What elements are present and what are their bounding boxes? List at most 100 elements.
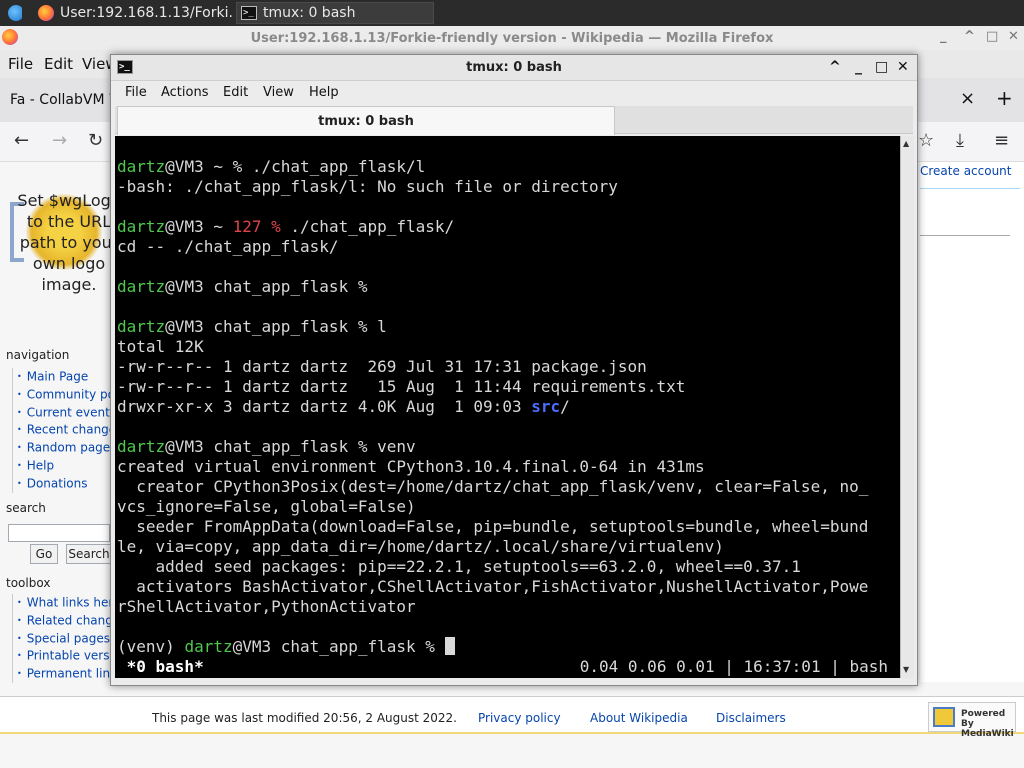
- terminal-line: dartz@VM3 chat_app_flask % venv: [117, 437, 416, 457]
- term-menu-actions[interactable]: Actions: [161, 85, 209, 100]
- terminal-window-title: tmux: 0 bash: [466, 60, 562, 75]
- create-account-link[interactable]: Create account: [920, 164, 1012, 178]
- term-menu-help[interactable]: Help: [309, 85, 339, 100]
- nav-link[interactable]: Main Page: [17, 368, 112, 386]
- exit-code: 127 %: [232, 217, 291, 236]
- prompt-host: @VM3 ~: [165, 157, 233, 176]
- firefox-icon: [38, 5, 54, 21]
- toolbox-link[interactable]: What links here: [17, 594, 112, 612]
- prompt-user: dartz: [117, 437, 166, 456]
- term-menu-file[interactable]: File: [125, 85, 147, 100]
- output-text: added seed packages: pip==22.2.1, setupt…: [117, 557, 801, 576]
- search-button[interactable]: Search: [66, 544, 112, 564]
- terminal-window-icon: >_: [117, 60, 133, 74]
- terminal-line: creator CPython3Posix(dest=/home/dartz/c…: [117, 477, 868, 497]
- system-menu-icon[interactable]: [4, 2, 22, 24]
- terminal-line: dartz@VM3 ~ 127 % ./chat_app_flask/: [117, 217, 454, 237]
- output-text: -bash: ./chat_app_flask/l: No such file …: [117, 177, 618, 196]
- output-text: le, via=copy, app_data_dir=/home/dartz/.…: [117, 537, 724, 556]
- output-text: created virtual environment CPython3.10.…: [117, 457, 705, 476]
- reload-icon[interactable]: ↻: [88, 130, 103, 151]
- output-text: activators BashActivator,CShellActivator…: [117, 577, 869, 596]
- back-icon[interactable]: ←: [14, 130, 29, 151]
- minimize-icon[interactable]: _: [855, 59, 862, 75]
- navigation-portlet: Main Page Community portal Current event…: [12, 368, 112, 493]
- nav-link[interactable]: Donations: [17, 475, 112, 493]
- toolbox-title: toolbox: [6, 576, 51, 590]
- prompt-host: @VM3 chat_app_flask: [165, 437, 358, 456]
- terminal-line: dartz@VM3 ~ % ./chat_app_flask/l: [117, 157, 425, 177]
- navigation-title: navigation: [6, 348, 70, 362]
- terminal-line: activators BashActivator,CShellActivator…: [117, 577, 868, 597]
- restore-icon[interactable]: ^: [964, 29, 975, 44]
- nav-link[interactable]: Recent changes: [17, 421, 112, 439]
- output-text: cd -- ./chat_app_flask/: [117, 237, 339, 256]
- tmux-status-right: 0.04 0.06 0.01 | 16:37:01 | bash: [579, 657, 888, 676]
- toolbox-link[interactable]: Special pages: [17, 630, 112, 648]
- terminal-icon: >_: [241, 6, 257, 20]
- tmux-window-label[interactable]: *0 bash*: [117, 657, 204, 676]
- menu-edit[interactable]: Edit: [44, 55, 73, 73]
- nav-link[interactable]: Current events: [17, 404, 112, 422]
- terminal-line: -bash: ./chat_app_flask/l: No such file …: [117, 177, 618, 197]
- firefox-titlebar: User:192.168.1.13/Forkie-friendly versio…: [0, 26, 1024, 50]
- app-menu-icon[interactable]: ≡: [994, 130, 1009, 151]
- nav-link[interactable]: Random page: [17, 439, 112, 457]
- scroll-down-icon[interactable]: ▼: [903, 665, 909, 674]
- footer-about-link[interactable]: About Wikipedia: [590, 711, 688, 725]
- maximize-icon[interactable]: □: [986, 29, 998, 44]
- terminal-line: total 12K: [117, 337, 204, 357]
- term-menu-edit[interactable]: Edit: [223, 85, 248, 100]
- terminal-line: dartz@VM3 chat_app_flask % l: [117, 317, 387, 337]
- toolbox-link[interactable]: Printable version: [17, 647, 112, 665]
- new-tab-icon[interactable]: +: [996, 86, 1013, 110]
- terminal-line: le, via=copy, app_data_dir=/home/dartz/.…: [117, 537, 724, 557]
- terminal-scrollbar[interactable]: ▲ ▼: [900, 136, 914, 678]
- prompt-host: @VM3 ~: [165, 217, 233, 236]
- terminal-tab[interactable]: tmux: 0 bash: [117, 106, 615, 135]
- search-input[interactable]: [8, 524, 110, 542]
- minimize-icon[interactable]: _: [940, 29, 947, 44]
- menu-file[interactable]: File: [8, 55, 33, 73]
- mediawiki-badge[interactable]: Powered By MediaWiki: [928, 702, 1016, 739]
- footer-privacy-link[interactable]: Privacy policy: [478, 711, 561, 725]
- output-text: seeder FromAppData(download=False, pip=b…: [117, 517, 869, 536]
- wiki-footer: This page was last modified 20:56, 2 Aug…: [0, 696, 1024, 734]
- toolbox-link[interactable]: Related changes: [17, 612, 112, 630]
- shade-icon[interactable]: ^: [829, 59, 841, 75]
- scroll-up-icon[interactable]: ▲: [903, 139, 909, 148]
- toolbox-link[interactable]: Permanent link: [17, 665, 112, 683]
- tab-close-icon[interactable]: ×: [960, 88, 975, 109]
- terminal-line: drwxr-xr-x 3 dartz dartz 4.0K Aug 1 09:0…: [117, 397, 570, 417]
- prompt-host: @VM3 chat_app_flask: [165, 277, 358, 296]
- term-menu-view[interactable]: View: [263, 85, 294, 100]
- forward-icon[interactable]: →: [52, 130, 67, 151]
- footer-disclaimers-link[interactable]: Disclaimers: [716, 711, 786, 725]
- tab-divider: [920, 188, 1020, 189]
- nav-link[interactable]: Community portal: [17, 386, 112, 404]
- bookmark-star-icon[interactable]: ☆: [918, 130, 934, 151]
- prompt-user: dartz: [117, 317, 166, 336]
- downloads-icon[interactable]: ⤓: [956, 130, 964, 151]
- terminal-screen[interactable]: dartz@VM3 ~ % ./chat_app_flask/l -bash: .…: [115, 136, 900, 678]
- taskbar: User:192.168.1.13/Forki... >_ tmux: 0 ba…: [0, 0, 1024, 26]
- go-button[interactable]: Go: [30, 544, 58, 564]
- output-text: -rw-r--r-- 1 dartz dartz 15 Aug 1 11:44 …: [117, 377, 686, 396]
- command-text: % ./chat_app_flask/l: [232, 157, 426, 176]
- toolbox-portlet: What links here Related changes Special …: [12, 594, 112, 683]
- terminal-line: -rw-r--r-- 1 dartz dartz 15 Aug 1 11:44 …: [117, 377, 685, 397]
- output-text: rShellActivator,PythonActivator: [117, 597, 416, 616]
- search-title: search: [6, 501, 46, 515]
- mediawiki-badge-text: Powered By MediaWiki: [961, 709, 1014, 739]
- taskbar-firefox-task[interactable]: User:192.168.1.13/Forki...: [34, 2, 232, 24]
- maximize-icon[interactable]: □: [875, 59, 888, 75]
- mediawiki-logo-icon: [933, 707, 955, 727]
- browser-tab[interactable]: Fa - CollabVM W: [10, 92, 123, 108]
- taskbar-terminal-task[interactable]: >_ tmux: 0 bash: [236, 2, 434, 24]
- close-icon[interactable]: ✕: [1008, 29, 1019, 44]
- prompt-host: @VM3 chat_app_flask: [232, 637, 426, 656]
- nav-link[interactable]: Help: [17, 457, 112, 475]
- tmux-status-bar: *0 bash* 0.04 0.06 0.01 | 16:37:01 | bash: [117, 657, 898, 677]
- close-icon[interactable]: ✕: [897, 59, 909, 75]
- heading-rule: [920, 235, 1010, 236]
